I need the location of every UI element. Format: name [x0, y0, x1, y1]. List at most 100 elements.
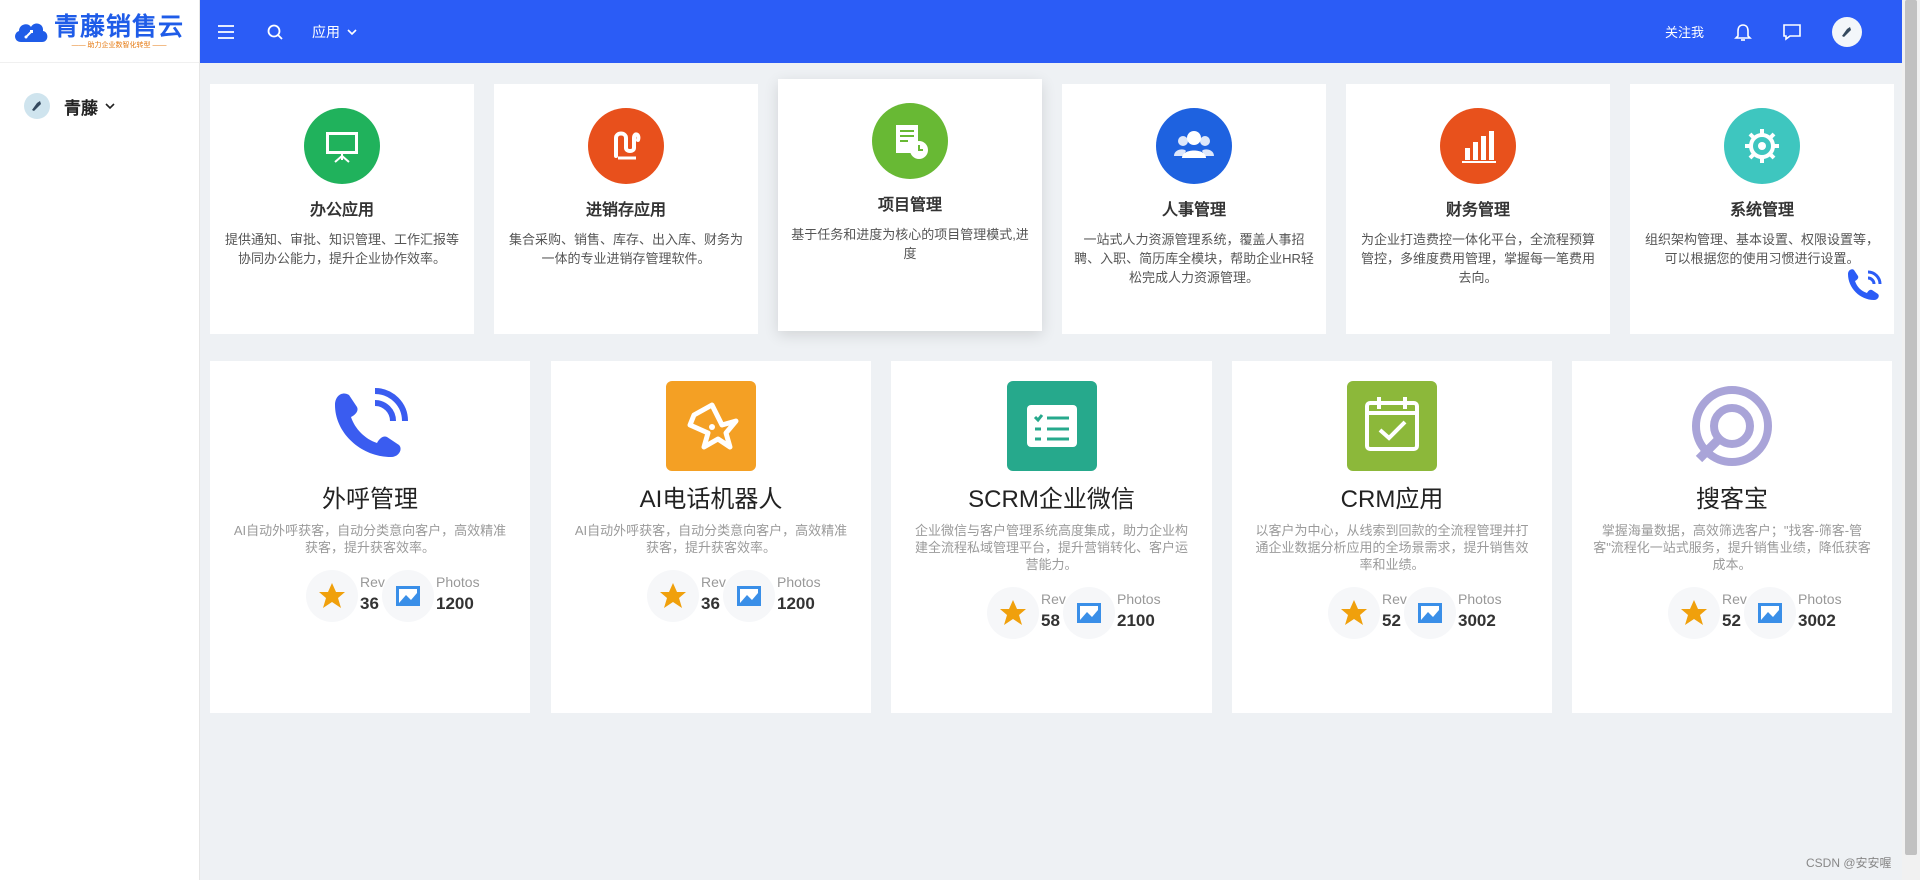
- card-desc: 一站式人力资源管理系统，覆盖人事招聘、入职、简历库全模块，帮助企业HR轻松完成人…: [1074, 232, 1314, 285]
- photo-icon: [1418, 603, 1442, 623]
- reviews-stat: [1328, 587, 1380, 639]
- card-desc: 掌握海量数据，高效筛选客户；"找客-筛客-管客"流程化一站式服务，提升销售业绩，…: [1593, 523, 1871, 572]
- reviews-stat: [647, 570, 699, 622]
- chat-icon: [1783, 23, 1801, 41]
- apps-menu[interactable]: 应用: [312, 22, 358, 42]
- card-desc: 企业微信与客户管理系统高度集成，助力企业构建全流程私域管理平台，提升营销转化、客…: [914, 523, 1188, 572]
- card-desc: 为企业打造费控一体化平台，全流程预算管控，多维度费用管理，掌握每一笔费用去向。: [1360, 232, 1595, 285]
- photos-count: 3002: [1798, 611, 1836, 630]
- search-logo-icon: [1687, 381, 1777, 471]
- card-desc: 组织架构管理、基本设置、权限设置等，可以根据您的使用习惯进行设置。: [1644, 232, 1879, 266]
- project-icon: [872, 103, 948, 179]
- reviews-label: Rev: [1722, 591, 1747, 607]
- watermark: CSDN @安安喔: [1806, 856, 1892, 870]
- card-title: 财务管理: [1445, 202, 1510, 219]
- photos-count: 2100: [1117, 611, 1155, 630]
- user-menu[interactable]: 青藤: [0, 63, 199, 119]
- reviews-stat: [306, 570, 358, 622]
- menu-toggle-button[interactable]: [216, 22, 236, 42]
- star-icon: [660, 583, 686, 608]
- chevron-down-icon: [105, 103, 115, 110]
- photo-icon: [396, 586, 420, 606]
- app-card-outbound[interactable]: 外呼管理 AI自动外呼获客，自动分类意向客户，高效精准获客，提升获客效率。 Re…: [210, 361, 530, 713]
- phone-call-icon: [325, 381, 415, 471]
- card-title: 进销存应用: [585, 202, 666, 219]
- bird-icon: [1842, 26, 1851, 37]
- checklist-icon: [1006, 381, 1097, 471]
- card-title: CRM应用: [1340, 486, 1444, 513]
- reviews-count: 52: [1722, 611, 1741, 630]
- avatar: [24, 93, 50, 119]
- presentation-icon: [304, 108, 380, 184]
- chevron-down-icon: [347, 28, 357, 35]
- reviews-count: 36: [360, 594, 379, 613]
- inventory-icon: [588, 108, 664, 184]
- search-icon: [267, 24, 283, 40]
- photos-count: 3002: [1458, 611, 1496, 630]
- photo-icon: [1077, 603, 1101, 623]
- app-card-crm[interactable]: CRM应用 以客户为中心，从线索到回款的全流程管理并打通企业数据分析应用的全场景…: [1232, 361, 1552, 713]
- card-title: 外呼管理: [322, 486, 418, 513]
- app-card-soukebao[interactable]: 搜客宝 掌握海量数据，高效筛选客户；"找客-筛客-管客"流程化一站式服务，提升销…: [1572, 361, 1892, 713]
- cloud-logo-icon: [15, 23, 48, 42]
- card-title: 人事管理: [1161, 202, 1226, 219]
- app-card-project[interactable]: 项目管理 基于任务和进度为核心的项目管理模式,进度: [778, 79, 1042, 331]
- messages-button[interactable]: [1782, 22, 1802, 42]
- reviews-label: Rev: [1041, 591, 1066, 607]
- photos-count: 1200: [777, 594, 815, 613]
- photos-stat: [1744, 587, 1796, 639]
- photos-label: Photos: [1798, 591, 1842, 607]
- star-icon: [1000, 600, 1026, 625]
- user-name: 青藤: [64, 98, 98, 118]
- bell-icon: [1734, 23, 1752, 41]
- floating-call-button[interactable]: [1842, 264, 1888, 315]
- card-title: 办公应用: [309, 202, 374, 219]
- search-button[interactable]: [266, 23, 284, 41]
- card-desc: AI自动外呼获客，自动分类意向客户，高效精准获客，提升获客效率。: [574, 523, 848, 555]
- app-card-inventory[interactable]: 进销存应用 集合采购、销售、库存、出入库、财务为一体的专业进销存管理软件。: [494, 84, 758, 334]
- photos-stat: [1063, 587, 1115, 639]
- photo-icon: [1758, 603, 1782, 623]
- scrollbar-thumb[interactable]: [1905, 0, 1917, 855]
- robot-icon: [666, 381, 756, 471]
- reviews-label: Rev: [360, 574, 385, 590]
- notifications-button[interactable]: [1734, 22, 1752, 42]
- photos-label: Photos: [1458, 591, 1502, 607]
- card-desc: 以客户为中心，从线索到回款的全流程管理并打通企业数据分析应用的全场景需求，提升销…: [1255, 523, 1529, 572]
- reviews-stat: [987, 587, 1039, 639]
- photos-label: Photos: [436, 574, 480, 590]
- star-icon: [319, 583, 345, 608]
- card-desc: 基于任务和进度为核心的项目管理模式,进度: [791, 227, 1029, 261]
- people-icon: [1156, 108, 1232, 184]
- phone-call-icon: [1848, 269, 1882, 300]
- bar-chart-icon: [1440, 108, 1516, 184]
- app-card-office[interactable]: 办公应用 提供通知、审批、知识管理、工作汇报等协同办公能力，提升企业协作效率。: [210, 84, 474, 334]
- header-avatar[interactable]: [1832, 16, 1862, 47]
- app-card-scrm[interactable]: SCRM企业微信 企业微信与客户管理系统高度集成，助力企业构建全流程私域管理平台…: [891, 361, 1212, 713]
- calendar-check-icon: [1347, 381, 1437, 471]
- app-card-hr[interactable]: 人事管理 一站式人力资源管理系统，覆盖人事招聘、入职、简历库全模块，帮助企业HR…: [1062, 84, 1326, 334]
- photos-stat: [723, 570, 775, 622]
- bird-icon: [32, 101, 41, 111]
- card-desc: 提供通知、审批、知识管理、工作汇报等协同办公能力，提升企业协作效率。: [224, 232, 459, 266]
- reviews-label: Rev: [1382, 591, 1407, 607]
- card-title: 搜客宝: [1696, 486, 1768, 513]
- star-icon: [1341, 600, 1367, 625]
- follow-link[interactable]: 关注我: [1665, 22, 1704, 41]
- card-desc: AI自动外呼获客，自动分类意向客户，高效精准获客，提升获客效率。: [233, 523, 507, 555]
- reviews-count: 36: [701, 594, 720, 613]
- reviews-stat: [1668, 587, 1720, 639]
- photos-label: Photos: [777, 574, 821, 590]
- app-card-ai-robot[interactable]: AI电话机器人 AI自动外呼获客，自动分类意向客户，高效精准获客，提升获客效率。…: [551, 361, 871, 713]
- sidebar: 青藤销售云 —— 助力企业数智化转型 —— 青藤: [0, 0, 200, 880]
- card-title: SCRM企业微信: [968, 486, 1135, 513]
- app-card-finance[interactable]: 财务管理 为企业打造费控一体化平台，全流程预算管控，多维度费用管理，掌握每一笔费…: [1346, 84, 1610, 334]
- brand-title: 青藤销售云: [54, 12, 185, 41]
- hamburger-icon: [218, 24, 234, 39]
- top-header: 应用 关注我: [200, 0, 1902, 63]
- brand-logo[interactable]: 青藤销售云 —— 助力企业数智化转型 ——: [0, 0, 199, 63]
- reviews-label: Rev: [701, 574, 726, 590]
- reviews-count: 52: [1382, 611, 1401, 630]
- gear-icon: [1724, 108, 1800, 184]
- brand-subtitle: —— 助力企业数智化转型 ——: [71, 41, 167, 49]
